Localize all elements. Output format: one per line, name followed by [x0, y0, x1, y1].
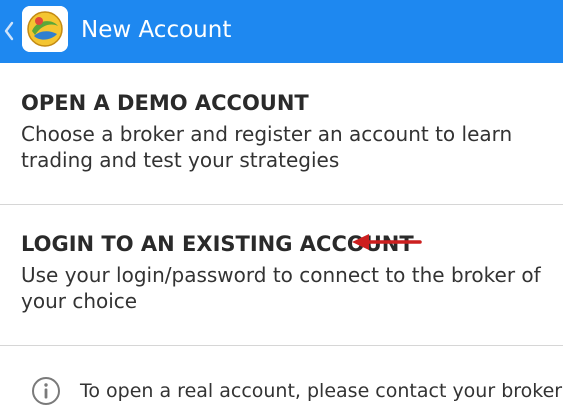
red-arrow-left-icon	[352, 234, 422, 250]
page-title: New Account	[81, 17, 232, 43]
option-description: Use your login/password to connect to th…	[21, 263, 541, 313]
open-demo-account-option[interactable]: OPEN A DEMO ACCOUNT Choose a broker and …	[0, 64, 563, 204]
option-description: Choose a broker and register an account …	[21, 122, 513, 172]
metatrader-logo-icon	[22, 6, 68, 52]
back-button[interactable]	[0, 0, 72, 63]
login-existing-account-option[interactable]: LOGIN TO AN EXISTING ACCOUNT Use your lo…	[0, 205, 563, 345]
option-title: OPEN A DEMO ACCOUNT	[21, 91, 309, 115]
chevron-left-icon	[4, 21, 14, 41]
new-account-screen: New Account OPEN A DEMO ACCOUNT Choose a…	[0, 0, 563, 420]
real-account-info: To open a real account, please contact y…	[0, 346, 563, 420]
app-bar: New Account	[0, 0, 563, 63]
info-circle-icon	[32, 377, 60, 405]
info-text: To open a real account, please contact y…	[80, 380, 563, 402]
